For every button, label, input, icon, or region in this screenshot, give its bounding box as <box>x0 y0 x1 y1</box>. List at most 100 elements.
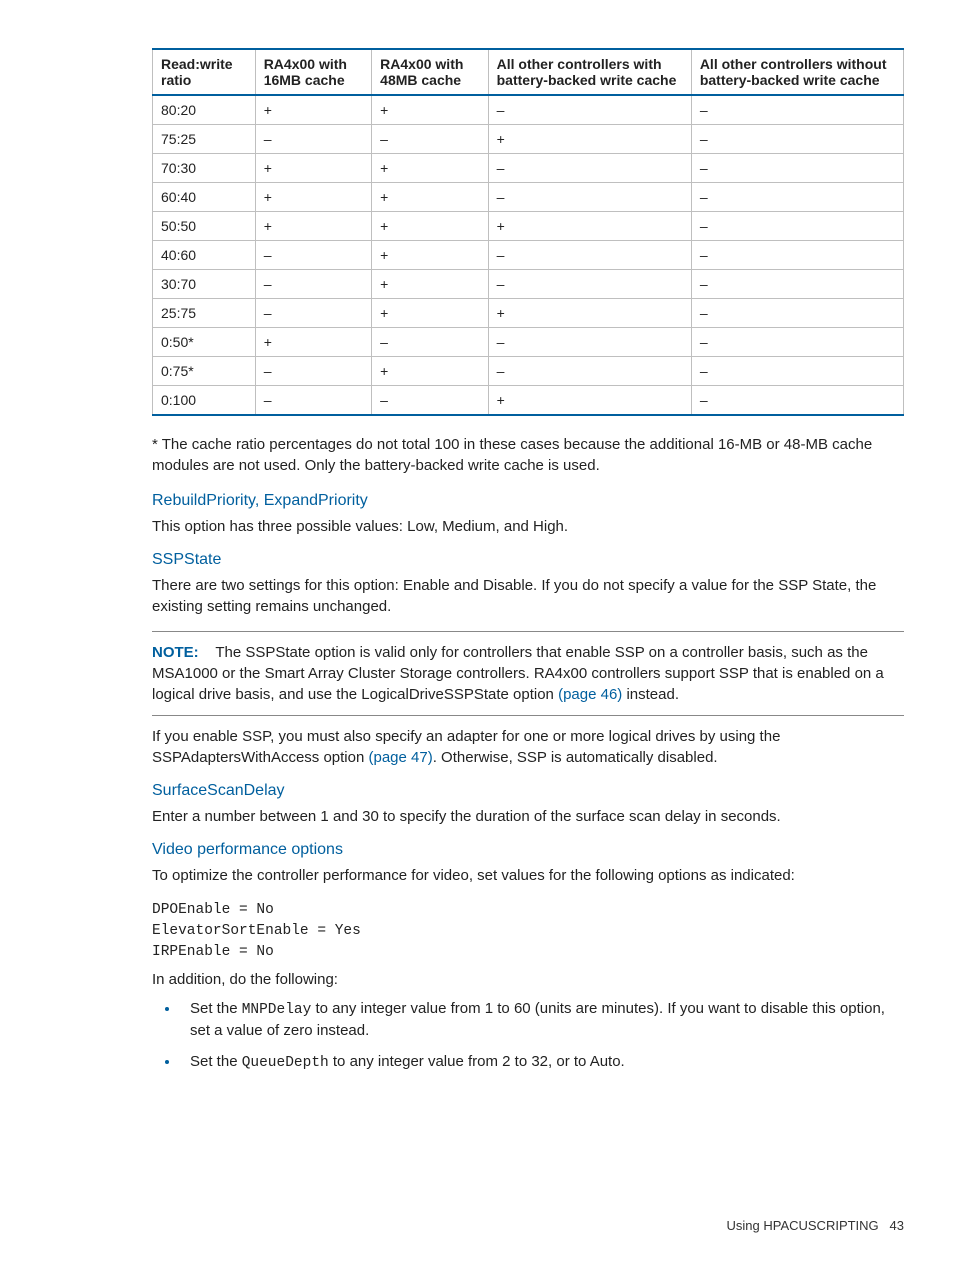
table-row: 25:75–++– <box>153 299 904 328</box>
inline-code: QueueDepth <box>242 1055 329 1071</box>
link-page-46[interactable]: (page 46) <box>558 686 622 703</box>
table-cell: – <box>691 386 903 416</box>
bullet-post: to any integer value from 2 to 32, or to… <box>329 1053 625 1070</box>
table-cell: – <box>691 95 903 125</box>
body-surface-scan: Enter a number between 1 and 30 to speci… <box>152 806 904 827</box>
table-cell: + <box>255 328 371 357</box>
table-cell: – <box>691 241 903 270</box>
table-cell: – <box>488 357 691 386</box>
table-cell: + <box>488 299 691 328</box>
table-cell: + <box>372 212 488 241</box>
table-cell: + <box>372 241 488 270</box>
list-item: Set the QueueDepth to any integer value … <box>180 1051 904 1073</box>
table-header: RA4x00 with 16MB cache <box>255 49 371 95</box>
table-cell: + <box>372 183 488 212</box>
table-cell: – <box>372 386 488 416</box>
table-cell: + <box>255 95 371 125</box>
table-cell: – <box>255 125 371 154</box>
table-header: RA4x00 with 48MB cache <box>372 49 488 95</box>
video-bullet-list: Set the MNPDelay to any integer value fr… <box>152 998 904 1074</box>
table-cell: – <box>372 125 488 154</box>
cache-ratio-table: Read:write ratio RA4x00 with 16MB cache … <box>152 48 904 416</box>
table-row: 40:60–+–– <box>153 241 904 270</box>
link-page-47[interactable]: (page 47) <box>369 749 433 766</box>
table-cell: 25:75 <box>153 299 256 328</box>
table-cell: 60:40 <box>153 183 256 212</box>
table-cell: + <box>255 183 371 212</box>
table-header: All other controllers with battery-backe… <box>488 49 691 95</box>
footer-page-number: 43 <box>890 1218 904 1233</box>
bullet-pre: Set the <box>190 1053 242 1070</box>
table-cell: – <box>488 328 691 357</box>
table-cell: 50:50 <box>153 212 256 241</box>
table-cell: – <box>488 183 691 212</box>
table-row: 70:30++–– <box>153 154 904 183</box>
table-cell: – <box>691 357 903 386</box>
note-rule-top <box>152 631 904 632</box>
table-cell: + <box>488 212 691 241</box>
video-addition: In addition, do the following: <box>152 969 904 990</box>
table-cell: – <box>255 386 371 416</box>
table-cell: + <box>488 386 691 416</box>
table-cell: – <box>255 270 371 299</box>
body-rebuild-priority: This option has three possible values: L… <box>152 516 904 537</box>
inline-code: MNPDelay <box>242 1002 312 1018</box>
table-cell: – <box>488 270 691 299</box>
body-sspstate-2-post: . Otherwise, SSP is automatically disabl… <box>433 749 718 766</box>
table-cell: – <box>691 328 903 357</box>
table-row: 60:40++–– <box>153 183 904 212</box>
heading-video-perf: Video performance options <box>152 841 904 859</box>
page-footer: Using HPACUSCRIPTING 43 <box>727 1218 905 1233</box>
heading-rebuild-priority: RebuildPriority, ExpandPriority <box>152 492 904 510</box>
note-body-pre: The SSPState option is valid only for co… <box>152 644 884 703</box>
table-cell: – <box>255 299 371 328</box>
table-row: 75:25––+– <box>153 125 904 154</box>
table-cell: – <box>255 241 371 270</box>
table-footnote: * The cache ratio percentages do not tot… <box>152 434 904 476</box>
table-row: 0:75*–+–– <box>153 357 904 386</box>
note-rule-bottom <box>152 715 904 716</box>
table-cell: + <box>372 357 488 386</box>
note-label: NOTE: <box>152 644 199 661</box>
table-cell: 40:60 <box>153 241 256 270</box>
footer-label: Using HPACUSCRIPTING <box>727 1218 879 1233</box>
video-code-block: DPOEnable = No ElevatorSortEnable = Yes … <box>152 900 904 963</box>
table-cell: – <box>691 183 903 212</box>
table-cell: 0:75* <box>153 357 256 386</box>
table-cell: – <box>372 328 488 357</box>
table-cell: – <box>255 357 371 386</box>
table-header: All other controllers without battery-ba… <box>691 49 903 95</box>
table-cell: – <box>488 154 691 183</box>
heading-sspstate: SSPState <box>152 551 904 569</box>
table-cell: 75:25 <box>153 125 256 154</box>
table-cell: 0:50* <box>153 328 256 357</box>
table-cell: – <box>691 212 903 241</box>
table-row: 30:70–+–– <box>153 270 904 299</box>
table-cell: + <box>372 95 488 125</box>
table-cell: 80:20 <box>153 95 256 125</box>
table-cell: + <box>372 299 488 328</box>
note-body-post: instead. <box>622 686 679 703</box>
table-cell: – <box>691 125 903 154</box>
table-cell: 70:30 <box>153 154 256 183</box>
table-row: 80:20++–– <box>153 95 904 125</box>
table-cell: – <box>488 241 691 270</box>
table-cell: + <box>372 154 488 183</box>
table-cell: 30:70 <box>153 270 256 299</box>
bullet-pre: Set the <box>190 1000 242 1017</box>
page-container: Read:write ratio RA4x00 with 16MB cache … <box>0 0 954 1271</box>
table-cell: – <box>691 270 903 299</box>
body-sspstate-1: There are two settings for this option: … <box>152 575 904 617</box>
table-cell: + <box>372 270 488 299</box>
table-cell: – <box>691 299 903 328</box>
list-item: Set the MNPDelay to any integer value fr… <box>180 998 904 1041</box>
table-cell: – <box>691 154 903 183</box>
table-cell: – <box>488 95 691 125</box>
table-cell: + <box>488 125 691 154</box>
table-cell: 0:100 <box>153 386 256 416</box>
table-header: Read:write ratio <box>153 49 256 95</box>
table-row: 50:50+++– <box>153 212 904 241</box>
table-row: 0:100––+– <box>153 386 904 416</box>
body-sspstate-2: If you enable SSP, you must also specify… <box>152 726 904 768</box>
heading-surface-scan: SurfaceScanDelay <box>152 782 904 800</box>
